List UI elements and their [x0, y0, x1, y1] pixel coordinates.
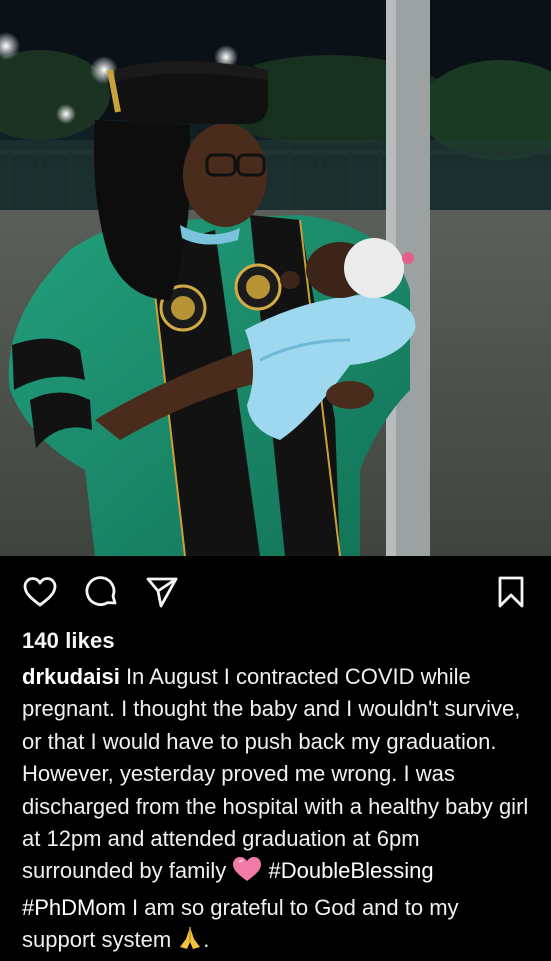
graduate-holding-newborn-image: [0, 0, 551, 556]
hashtag-double-blessing[interactable]: #DoubleBlessing: [268, 858, 433, 883]
pink-heart-emoji: [232, 856, 262, 891]
post-action-bar: [0, 556, 551, 628]
share-button[interactable]: [142, 574, 182, 610]
paper-plane-icon: [146, 577, 178, 608]
caption-period: .: [203, 927, 210, 953]
hashtag-phd-mom[interactable]: #PhDMom: [22, 895, 126, 920]
caption-username[interactable]: drkudaisi: [22, 664, 120, 689]
caption-text: In August I contracted COVID while pregn…: [22, 664, 529, 884]
heart-outline-icon: [23, 577, 57, 607]
post-caption: drkudaisi In August I contracted COVID w…: [22, 661, 532, 961]
bookmark-outline-icon: [498, 576, 524, 608]
like-count[interactable]: 140 likes: [22, 628, 115, 654]
comment-bubble-icon: [85, 576, 117, 606]
post-photo[interactable]: [0, 0, 551, 556]
like-button[interactable]: [20, 574, 60, 610]
comment-button[interactable]: [82, 574, 122, 610]
save-button[interactable]: [491, 574, 531, 610]
folded-hands-emoji: [177, 925, 203, 960]
